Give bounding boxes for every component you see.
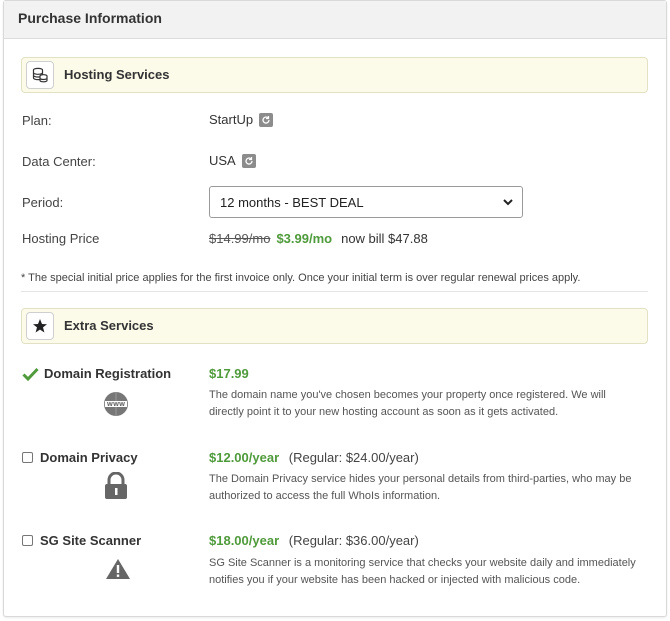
warning-icon bbox=[105, 558, 131, 585]
bill-amount: now bill $47.88 bbox=[341, 231, 428, 246]
pricing-note: * The special initial price applies for … bbox=[21, 272, 581, 284]
hosting-services-title: Hosting Services bbox=[64, 67, 170, 82]
old-price: $14.99/mo bbox=[209, 231, 271, 246]
hosting-price-label: Hosting Price bbox=[22, 231, 100, 246]
domain-privacy-description: The Domain Privacy service hides your pe… bbox=[209, 471, 649, 505]
period-select[interactable]: 12 months - BEST DEAL bbox=[209, 186, 523, 218]
domain-registration-price-row: $17.99 bbox=[209, 366, 249, 381]
coins-icon bbox=[26, 61, 54, 89]
extra-services-title: Extra Services bbox=[64, 318, 154, 333]
desc-line: The domain name you've chosen becomes yo… bbox=[209, 389, 606, 401]
data-center-value: USA bbox=[209, 153, 236, 168]
sg-site-scanner-price-row: $18.00/year (Regular: $36.00/year) bbox=[209, 533, 419, 548]
purchase-information-panel: Purchase Information Hosting Services Pl… bbox=[3, 0, 667, 617]
lock-icon bbox=[104, 471, 128, 505]
sg-site-scanner-checkbox[interactable] bbox=[22, 535, 33, 546]
new-price: $3.99/mo bbox=[276, 231, 333, 246]
period-selected-value: 12 months - BEST DEAL bbox=[220, 195, 364, 210]
domain-privacy-checkbox[interactable] bbox=[22, 452, 33, 463]
domain-registration-name: Domain Registration bbox=[44, 366, 172, 381]
change-data-center-refresh-icon[interactable] bbox=[241, 153, 256, 168]
checkmark-icon bbox=[22, 367, 39, 381]
domain-privacy-item[interactable]: Domain Privacy bbox=[22, 450, 138, 465]
domain-registration-item[interactable]: Domain Registration bbox=[22, 366, 171, 381]
period-label: Period: bbox=[22, 195, 64, 210]
panel-title: Purchase Information bbox=[4, 1, 666, 39]
sg-site-scanner-description: SG Site Scanner is a monitoring service … bbox=[209, 555, 649, 589]
star-icon bbox=[26, 312, 54, 340]
desc-line: The Domain Privacy service hides your pe… bbox=[209, 473, 632, 485]
divider bbox=[21, 291, 648, 292]
hosting-services-header: Hosting Services bbox=[21, 57, 648, 93]
domain-privacy-price: $12.00/year bbox=[209, 450, 280, 465]
hosting-price-row: $14.99/mo $3.99/mo now bill $47.88 bbox=[209, 231, 428, 246]
desc-line: authorized to access the full WhoIs info… bbox=[209, 490, 441, 502]
desc-line: notifies you if your website has been ha… bbox=[209, 574, 581, 586]
plan-label: Plan: bbox=[22, 113, 52, 128]
domain-registration-price: $17.99 bbox=[209, 366, 249, 381]
domain-privacy-price-row: $12.00/year (Regular: $24.00/year) bbox=[209, 450, 419, 465]
chevron-down-icon bbox=[502, 196, 514, 211]
change-plan-refresh-icon[interactable] bbox=[259, 112, 274, 127]
domain-registration-description: The domain name you've chosen becomes yo… bbox=[209, 387, 649, 421]
www-icon: WWW bbox=[103, 391, 129, 422]
sg-site-scanner-regular-price: (Regular: $36.00/year) bbox=[288, 533, 419, 548]
data-center-label: Data Center: bbox=[22, 154, 96, 169]
domain-privacy-regular-price: (Regular: $24.00/year) bbox=[288, 450, 419, 465]
desc-line: SG Site Scanner is a monitoring service … bbox=[209, 557, 636, 569]
svg-text:WWW: WWW bbox=[107, 402, 125, 408]
desc-line: directly point it to your new hosting ac… bbox=[209, 406, 559, 418]
plan-value-row: StartUp bbox=[209, 112, 274, 127]
data-center-value-row: USA bbox=[209, 153, 256, 168]
sg-site-scanner-item[interactable]: SG Site Scanner bbox=[22, 533, 141, 548]
extra-services-header: Extra Services bbox=[21, 308, 648, 344]
domain-privacy-name: Domain Privacy bbox=[40, 450, 138, 465]
sg-site-scanner-name: SG Site Scanner bbox=[40, 533, 142, 548]
sg-site-scanner-price: $18.00/year bbox=[209, 533, 280, 548]
plan-value: StartUp bbox=[209, 112, 254, 127]
